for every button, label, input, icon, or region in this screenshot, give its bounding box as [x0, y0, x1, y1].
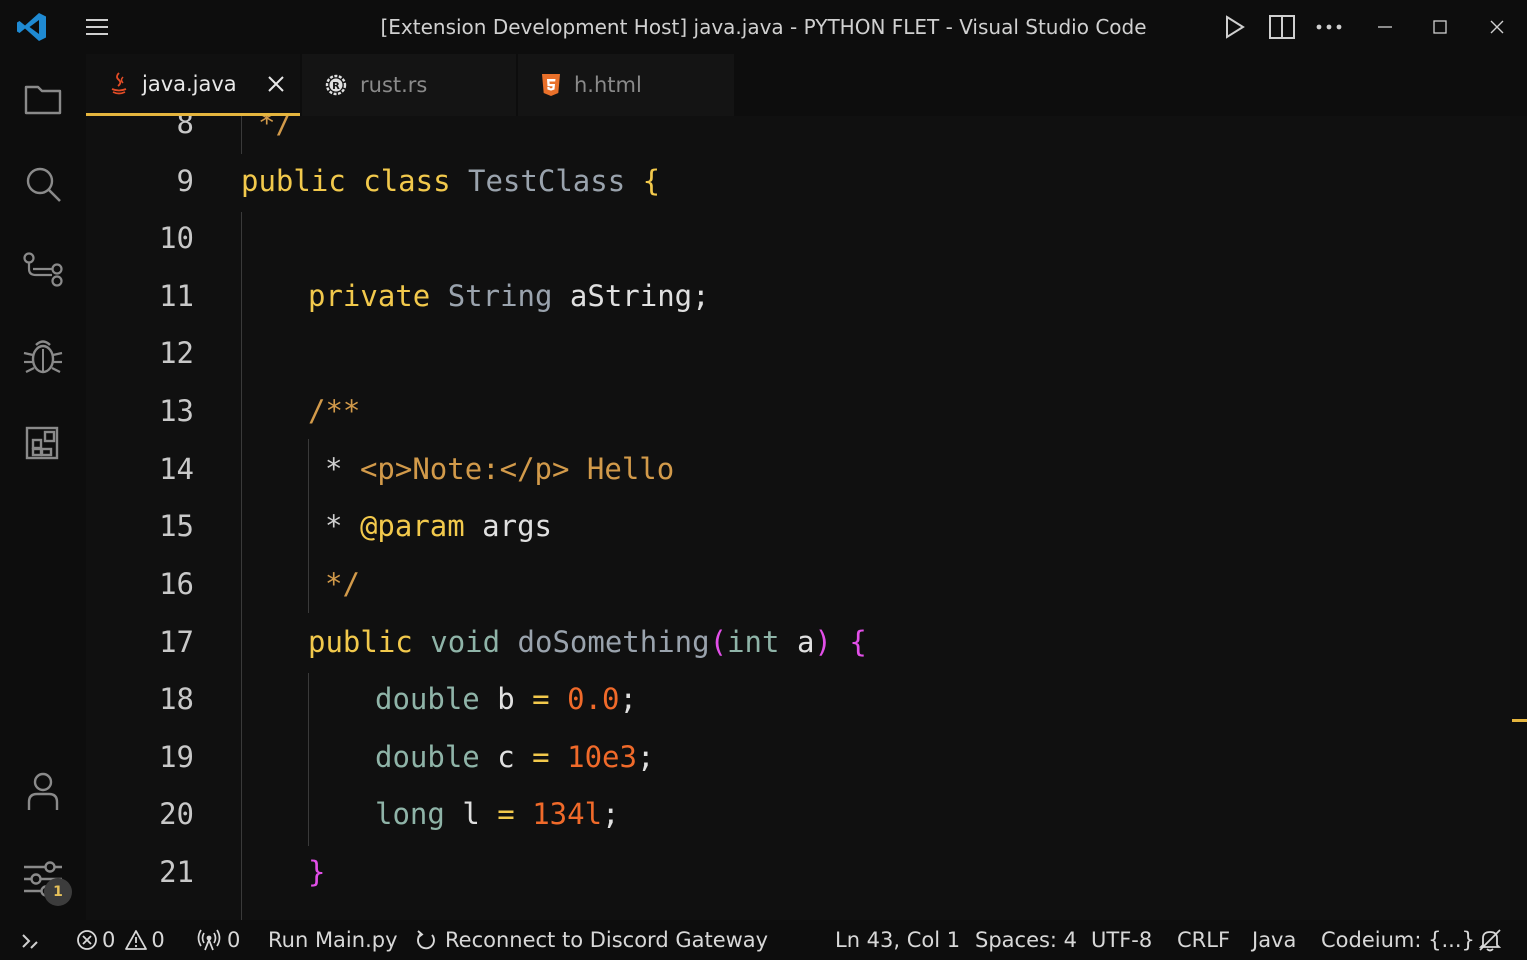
maximize-icon[interactable]	[1425, 12, 1455, 42]
search-icon[interactable]	[18, 159, 68, 209]
code-line-8: */	[258, 116, 293, 140]
tab-label: java.java	[142, 71, 237, 96]
code-editor[interactable]: 8 9 10 11 12 13 14 15 16 17 18 19 20 21 …	[86, 116, 1510, 920]
code-line-9: public class TestClass {	[241, 164, 661, 198]
reconnect-label: Reconnect to Discord Gateway	[445, 928, 769, 952]
line-number: 10	[159, 221, 194, 255]
codeium-status[interactable]: Codeium: {...}	[1321, 920, 1475, 960]
debug-icon[interactable]	[18, 331, 68, 381]
code-line-18: double b = 0.0;	[375, 682, 637, 716]
svg-text:R: R	[332, 81, 340, 92]
java-icon	[108, 71, 130, 97]
editor-tabs: java.java R rust.rs h.html	[86, 54, 1527, 116]
line-number: 16	[159, 567, 194, 601]
files-icon[interactable]	[18, 74, 68, 124]
error-icon	[76, 929, 98, 951]
indent-guide	[308, 439, 309, 613]
editor-scrollbar[interactable]	[1510, 116, 1527, 920]
account-icon[interactable]	[18, 766, 68, 816]
code-line-21: }	[308, 855, 326, 889]
tab-label: h.html	[574, 73, 642, 97]
title-bar: [Extension Development Host] java.java -…	[0, 0, 1527, 54]
indentation[interactable]: Spaces: 4	[975, 920, 1077, 960]
tab-html[interactable]: h.html	[518, 54, 734, 116]
code-line-14: * <p>Note:</p> Hello	[325, 452, 675, 486]
line-number: 12	[159, 336, 194, 370]
end-of-line[interactable]: CRLF	[1177, 920, 1230, 960]
indent-guide	[308, 673, 309, 846]
tab-label: rust.rs	[360, 73, 428, 97]
broadcast-icon	[197, 929, 221, 951]
settings-badge: 1	[44, 878, 72, 906]
indent-guide	[241, 212, 242, 920]
activity-bar	[0, 54, 86, 920]
minimize-icon[interactable]	[1370, 12, 1400, 42]
tab-java[interactable]: java.java	[86, 54, 300, 116]
close-window-icon[interactable]	[1482, 12, 1512, 42]
discord-reconnect-button[interactable]: Reconnect to Discord Gateway	[415, 920, 768, 960]
extensions-icon[interactable]	[18, 417, 68, 467]
rust-icon: R	[324, 73, 348, 97]
run-main-button[interactable]: Run Main.py	[268, 920, 398, 960]
code-line-16: */	[325, 567, 360, 601]
ports-count: 0	[227, 928, 241, 952]
menu-icon[interactable]	[82, 12, 112, 42]
remote-icon	[18, 928, 42, 952]
indent-guide	[241, 116, 242, 154]
line-number: 17	[159, 625, 194, 659]
cursor-position[interactable]: Ln 43, Col 1	[835, 920, 960, 960]
code-line-20: long l = 134l;	[375, 797, 620, 831]
warning-icon	[125, 929, 148, 951]
notifications-icon[interactable]	[1477, 920, 1503, 960]
line-number: 20	[159, 797, 194, 831]
problems-indicator[interactable]: 0 0	[76, 920, 165, 960]
html5-icon	[540, 73, 562, 97]
split-editor-icon[interactable]	[1266, 12, 1298, 42]
line-number: 14	[159, 452, 194, 486]
code-line-17: public void doSomething(int a) {	[308, 625, 867, 659]
run-icon[interactable]	[1220, 12, 1250, 42]
code-line-11: private String aString;	[308, 279, 710, 313]
line-number: 11	[159, 279, 194, 313]
line-number: 9	[176, 164, 194, 198]
language-mode[interactable]: Java	[1252, 920, 1296, 960]
ports-indicator[interactable]: 0	[197, 920, 240, 960]
encoding[interactable]: UTF-8	[1091, 920, 1152, 960]
refresh-icon	[415, 929, 437, 951]
more-actions-icon[interactable]	[1312, 12, 1346, 42]
source-control-icon[interactable]	[18, 244, 68, 294]
close-tab-icon[interactable]	[266, 74, 286, 94]
code-line-15: * @param args	[325, 509, 553, 543]
error-count: 0	[102, 928, 116, 952]
remote-indicator[interactable]	[18, 920, 42, 960]
line-number: 21	[159, 855, 194, 889]
warning-count: 0	[151, 928, 165, 952]
scrollbar-cursor-marker	[1512, 719, 1527, 722]
line-number: 8	[176, 116, 194, 140]
vscode-logo-icon	[14, 10, 50, 44]
status-bar: 0 0 0 Run Main.py Reconnect to Discord G…	[0, 920, 1527, 960]
line-number: 18	[159, 682, 194, 716]
line-number: 19	[159, 740, 194, 774]
line-number: 13	[159, 394, 194, 428]
tab-rust[interactable]: R rust.rs	[302, 54, 516, 116]
code-line-19: double c = 10e3;	[375, 740, 655, 774]
line-number: 15	[159, 509, 194, 543]
code-line-13: /**	[308, 394, 361, 428]
